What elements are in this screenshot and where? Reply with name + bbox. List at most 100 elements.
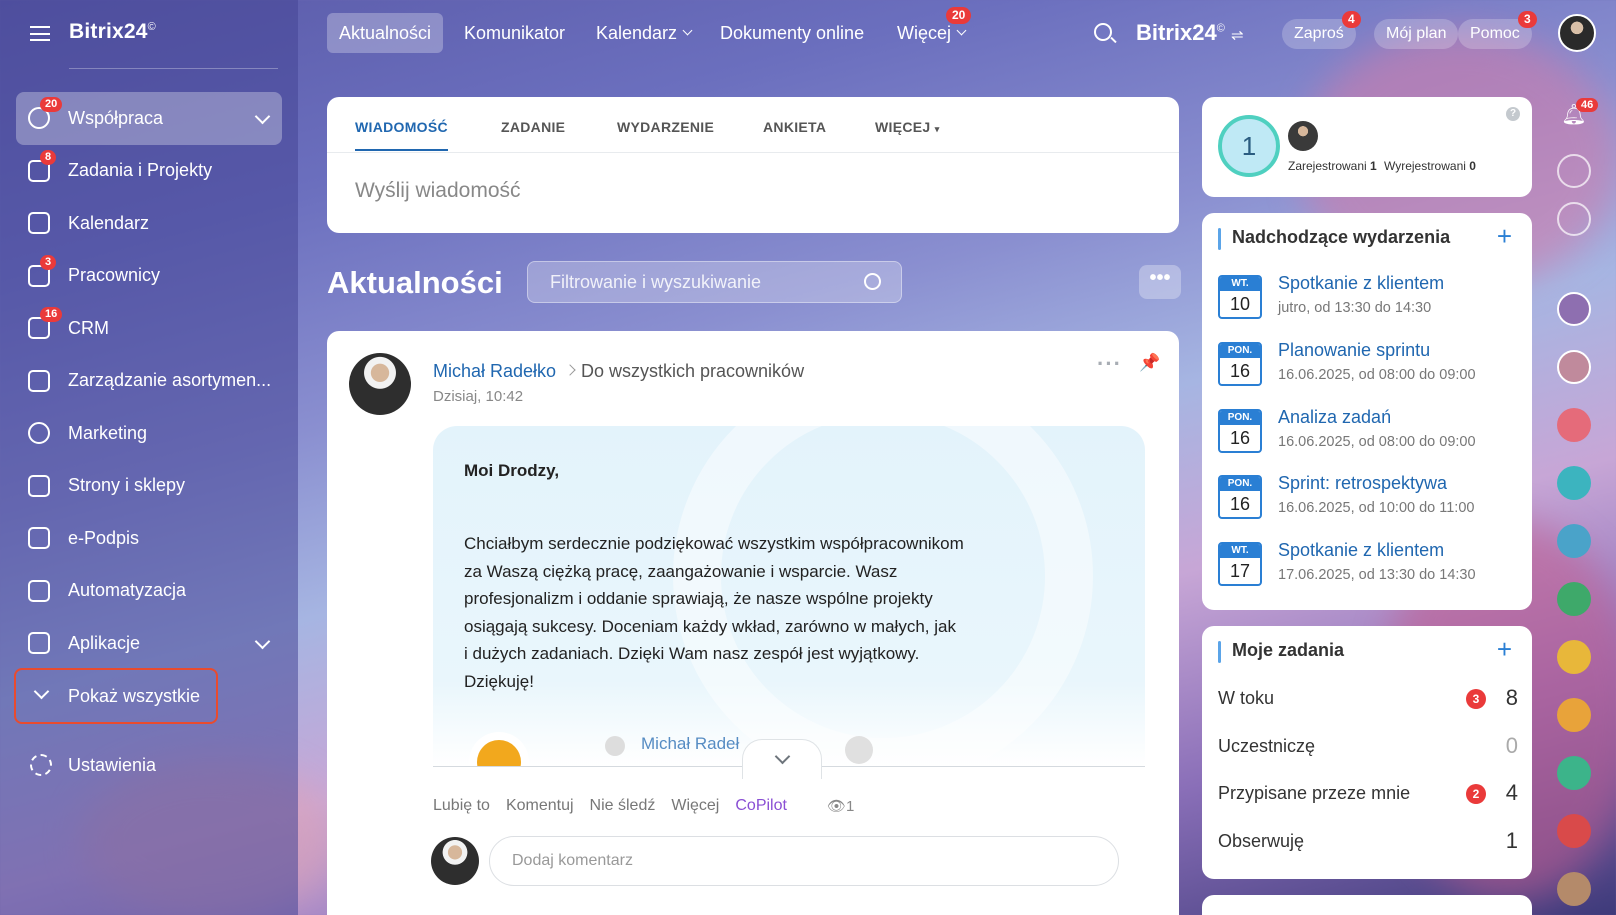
pin-icon[interactable]: 📌 [1139, 353, 1160, 373]
task-row-watching[interactable]: Obserwuję 1 [1218, 828, 1518, 861]
contact-avatar[interactable] [1557, 872, 1591, 906]
event-time: 17.06.2025, od 13:30 do 14:30 [1278, 567, 1476, 583]
help-counter-badge: 3 [1518, 11, 1537, 28]
active-tab-indicator [355, 149, 448, 151]
search-icon[interactable] [864, 273, 881, 290]
task-row-in-progress[interactable]: W toku 3 8 [1218, 685, 1518, 718]
task-chat-icon[interactable] [1557, 640, 1591, 674]
sidebar-item-label: Zadania i Projekty [68, 160, 213, 181]
add-task-icon[interactable]: + [1497, 634, 1512, 665]
event-title[interactable]: Sprint: retrospektywa [1278, 473, 1447, 494]
my-plan-button[interactable]: Mój plan [1374, 19, 1459, 49]
sidebar-item-sites[interactable]: Strony i sklepy [16, 460, 282, 513]
video-call-icon[interactable] [1557, 814, 1591, 848]
event-item[interactable]: PON. 16 Analiza zadań 16.06.2025, od 08:0… [1218, 405, 1518, 465]
composer-tab-more[interactable]: WIĘCEJ ▾ [875, 119, 940, 135]
tab-calendar[interactable]: Kalendarz [584, 13, 703, 53]
event-time: 16.06.2025, od 10:00 do 11:00 [1278, 500, 1475, 516]
comment-input[interactable]: Dodaj komentarz [489, 836, 1119, 886]
sidebar-item-marketing[interactable]: Marketing [16, 407, 282, 460]
sidebar-item-wspolpraca[interactable]: 20 Współpraca [16, 92, 282, 145]
event-item[interactable]: PON. 16 Sprint: retrospektywa 16.06.2025,… [1218, 471, 1518, 531]
sidebar-item-automation[interactable]: Automatyzacja [16, 565, 282, 618]
online-user-avatar[interactable] [1288, 121, 1318, 151]
author-avatar[interactable] [349, 353, 411, 415]
sidebar-item-label: Automatyzacja [68, 580, 187, 601]
comment-button[interactable]: Komentuj [506, 797, 574, 815]
event-item[interactable]: WT. 17 Spotkanie z klientem 17.06.2025, o… [1218, 538, 1518, 598]
contact-avatar[interactable] [1557, 350, 1591, 384]
task-row-assigned-by-me[interactable]: Przypisane przeze mnie 2 4 [1218, 780, 1518, 813]
event-title[interactable]: Spotkanie z klientem [1278, 273, 1444, 294]
post-recipient[interactable]: Do wszystkich pracowników [581, 361, 804, 382]
feed-more-button[interactable]: ••• [1139, 265, 1181, 299]
filter-search-input[interactable]: Filtrowanie i wyszukiwanie [527, 261, 902, 303]
sidebar-item-employees[interactable]: 3 Pracownicy [16, 250, 282, 303]
divider [327, 152, 1179, 153]
chevron-down-icon[interactable] [254, 633, 271, 650]
post-actions: Lubię to Komentuj Nie śledź Więcej CoPil… [433, 797, 787, 815]
chat-icon[interactable] [1557, 202, 1591, 236]
tab-news[interactable]: Aktualności [327, 13, 444, 53]
sidebar-item-apps[interactable]: Aplikacje [16, 617, 282, 670]
user-avatar[interactable] [1558, 14, 1596, 52]
add-event-icon[interactable]: + [1497, 221, 1512, 252]
eye-icon: 👁 [827, 798, 847, 815]
task-chat-icon[interactable] [1557, 408, 1591, 442]
task-chat-icon[interactable] [1557, 756, 1591, 790]
sidebar-item-tasks[interactable]: 8 Zadania i Projekty [16, 145, 282, 198]
counter-badge: 8 [40, 149, 57, 165]
task-row-participating[interactable]: Uczestniczę 0 [1218, 733, 1518, 766]
expand-post-button[interactable] [742, 739, 822, 779]
divider [69, 68, 278, 69]
composer-tab-poll[interactable]: ANKIETA [763, 119, 826, 135]
sidebar-item-esign[interactable]: e-Podpis [16, 512, 282, 565]
help-icon[interactable]: ? [1506, 107, 1520, 121]
settings-link[interactable]: Ustawienia [16, 740, 282, 790]
contact-avatar[interactable] [1557, 292, 1591, 326]
brand-logo[interactable]: Bitrix24© ⇌ [1136, 20, 1244, 46]
event-title[interactable]: Planowanie sprintu [1278, 340, 1430, 361]
sidebar-item-label: Marketing [68, 422, 148, 443]
tab-messenger[interactable]: Komunikator [452, 13, 577, 53]
composer-tab-message[interactable]: WIADOMOŚĆ [355, 119, 448, 135]
event-title[interactable]: Spotkanie z klientem [1278, 540, 1444, 561]
composer-tab-event[interactable]: WYDARZENIE [617, 119, 714, 135]
event-item[interactable]: WT. 10 Spotkanie z klientem jutro, od 13:… [1218, 271, 1518, 331]
like-button[interactable]: Lubię to [433, 797, 490, 815]
event-item[interactable]: PON. 16 Planowanie sprintu 16.06.2025, od… [1218, 338, 1518, 398]
message-input[interactable]: Wyślij wiadomość [355, 179, 521, 203]
post-time[interactable]: Dzisiaj, 10:42 [433, 388, 523, 405]
sidebar-item-label: Aplikacje [68, 632, 141, 653]
sidebar-item-crm[interactable]: 16 CRM [16, 302, 282, 355]
settings-sliders-icon[interactable]: ⇌ [1231, 27, 1244, 44]
task-chat-icon[interactable] [1557, 698, 1591, 732]
author-name[interactable]: Michał Radełko [433, 361, 556, 382]
chevron-down-icon[interactable] [254, 108, 271, 125]
sidebar-item-label: Zarządzanie asortymen... [68, 370, 272, 391]
unfollow-button[interactable]: Nie śledź [590, 797, 656, 815]
copilot-icon[interactable] [1557, 154, 1591, 188]
counter-badge: 20 [40, 97, 63, 112]
sidebar-item-calendar[interactable]: Kalendarz [16, 197, 282, 250]
search-icon[interactable] [1094, 23, 1112, 41]
menu-icon[interactable] [30, 26, 50, 41]
task-chat-icon[interactable] [1557, 466, 1591, 500]
tab-documents[interactable]: Dokumenty online [708, 13, 876, 53]
sidebar-item-inventory[interactable]: Zarządzanie asortymen... [16, 355, 282, 408]
online-count-ring[interactable]: 1 [1218, 115, 1280, 177]
counter-badge: 3 [1466, 689, 1486, 709]
mentioned-user[interactable]: Michał Radeł [641, 734, 739, 754]
copilot-button[interactable]: CoPilot [735, 797, 787, 815]
logo[interactable]: Bitrix24© [69, 20, 156, 44]
more-button[interactable]: Więcej [671, 797, 719, 815]
chevron-down-icon [33, 683, 50, 700]
composer-tab-task[interactable]: ZADANIE [501, 119, 565, 135]
calendar-chat-icon[interactable] [1557, 582, 1591, 616]
event-title[interactable]: Analiza zadań [1278, 407, 1391, 428]
task-chat-icon[interactable] [1557, 524, 1591, 558]
post-menu-icon[interactable]: ··· [1097, 351, 1122, 377]
show-all-button[interactable]: Pokaż wszystkie [14, 668, 218, 724]
chevron-down-icon [956, 25, 967, 36]
registered-stat: Zarejestrowani 1 [1288, 159, 1377, 173]
